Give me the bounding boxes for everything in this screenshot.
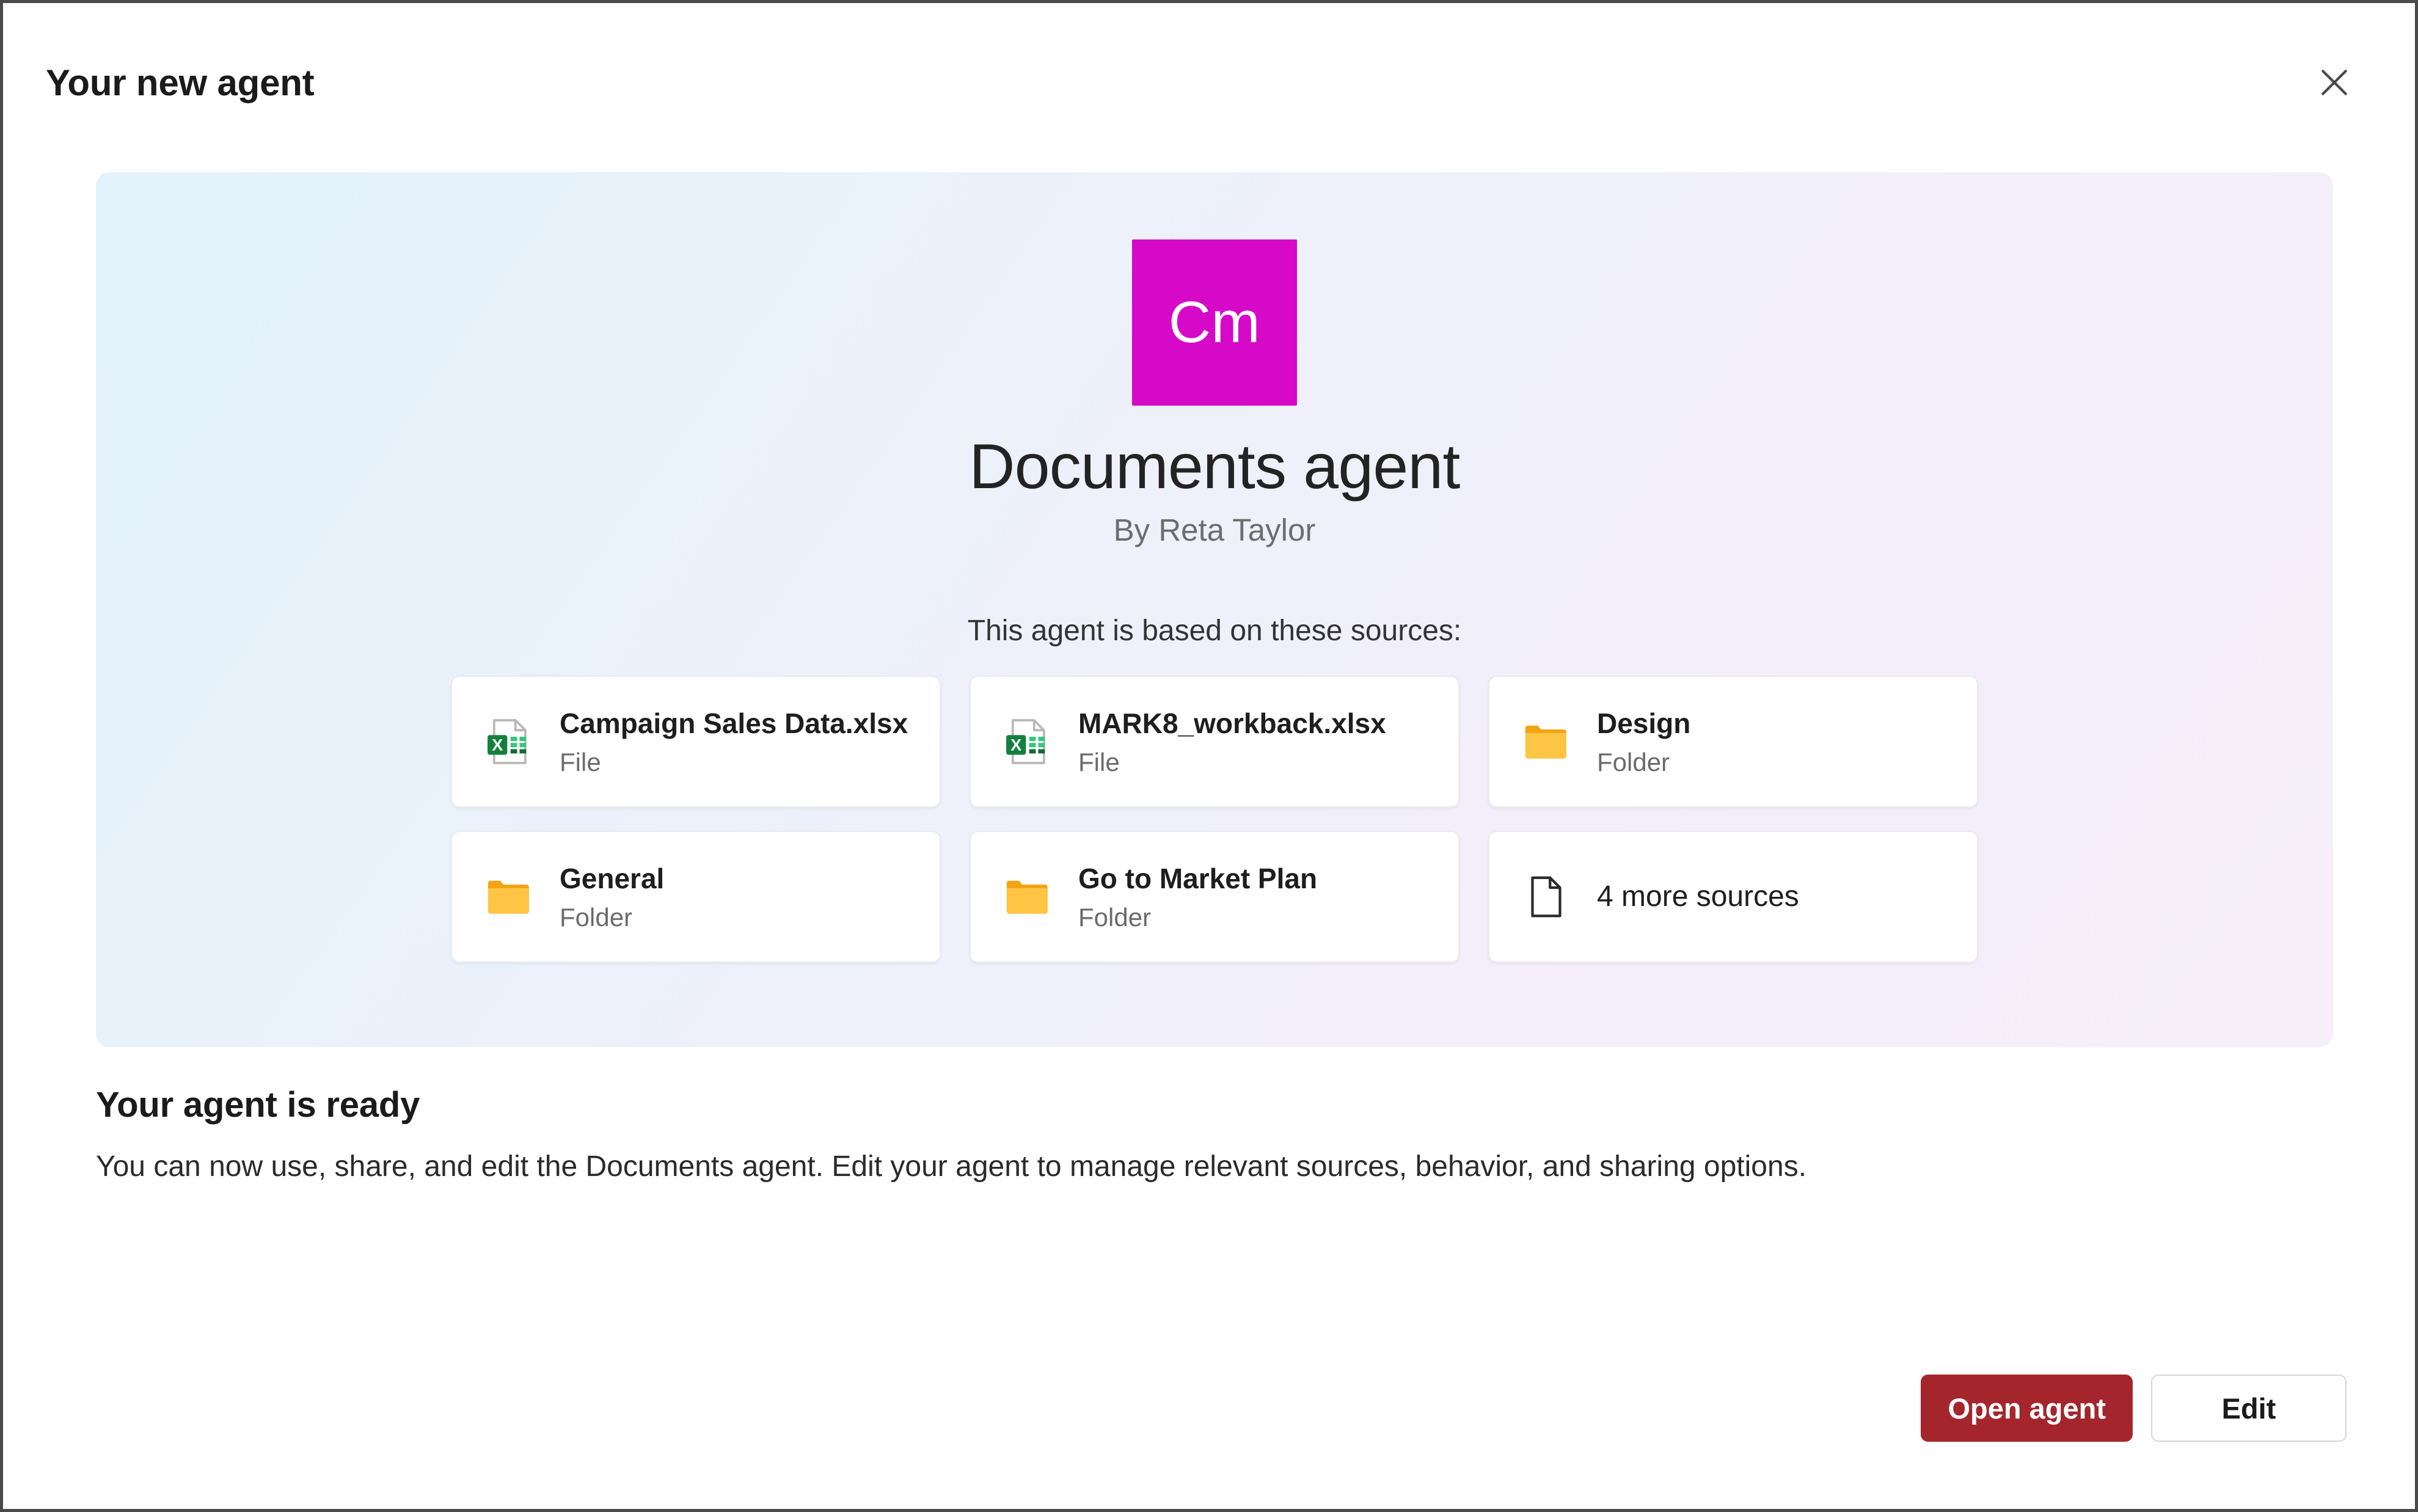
- agent-avatar-initials: Cm: [1169, 293, 1260, 352]
- source-type: Folder: [1597, 747, 1690, 778]
- close-icon: [2315, 63, 2354, 102]
- agent-avatar: Cm: [1132, 239, 1297, 406]
- agent-name: Documents agent: [969, 431, 1459, 502]
- source-card[interactable]: X MARK8_workback.xlsx File: [970, 676, 1459, 808]
- close-button[interactable]: [2298, 46, 2371, 119]
- new-agent-dialog: Your new agent Cm Documents agent By Ret…: [0, 0, 2418, 1512]
- source-type: File: [560, 747, 908, 778]
- agent-preview-panel: Cm Documents agent By Reta Taylor This a…: [96, 172, 2333, 1047]
- folder-icon: [1516, 712, 1576, 772]
- source-card[interactable]: Design Folder: [1488, 676, 1978, 808]
- ready-description: You can now use, share, and edit the Doc…: [96, 1147, 2322, 1187]
- excel-file-icon: X: [998, 712, 1057, 772]
- source-type: Folder: [560, 902, 664, 933]
- source-name: 4 more sources: [1597, 878, 1799, 915]
- excel-file-icon: X: [479, 712, 539, 772]
- source-card[interactable]: X Campaign Sales Data.xlsx File: [451, 676, 941, 808]
- dialog-footer: Open agent Edit: [1921, 1375, 2347, 1442]
- folder-icon: [479, 867, 539, 927]
- sources-caption: This agent is based on these sources:: [968, 614, 1461, 648]
- dialog-header: Your new agent: [3, 3, 2415, 162]
- source-card[interactable]: Go to Market Plan Folder: [970, 831, 1459, 963]
- edit-button[interactable]: Edit: [2151, 1375, 2347, 1442]
- source-name: Go to Market Plan: [1078, 861, 1317, 897]
- source-type: Folder: [1078, 902, 1317, 933]
- folder-icon: [998, 867, 1057, 927]
- svg-text:X: X: [492, 736, 503, 754]
- agent-author: By Reta Taylor: [1114, 512, 1316, 548]
- document-icon: [1516, 867, 1576, 927]
- page-title: Your new agent: [46, 62, 314, 104]
- source-name: Design: [1597, 706, 1690, 742]
- sources-grid: X Campaign Sales Data.xlsx File: [451, 676, 1978, 963]
- svg-text:X: X: [1010, 736, 1021, 754]
- source-name: General: [560, 861, 664, 897]
- ready-heading: Your agent is ready: [96, 1084, 2322, 1125]
- source-card[interactable]: General Folder: [451, 831, 941, 963]
- source-name: MARK8_workback.xlsx: [1078, 706, 1386, 742]
- more-sources-card[interactable]: 4 more sources: [1488, 831, 1978, 963]
- source-type: File: [1078, 747, 1386, 778]
- open-agent-button[interactable]: Open agent: [1921, 1375, 2133, 1442]
- source-name: Campaign Sales Data.xlsx: [560, 706, 908, 742]
- ready-section: Your agent is ready You can now use, sha…: [96, 1084, 2322, 1187]
